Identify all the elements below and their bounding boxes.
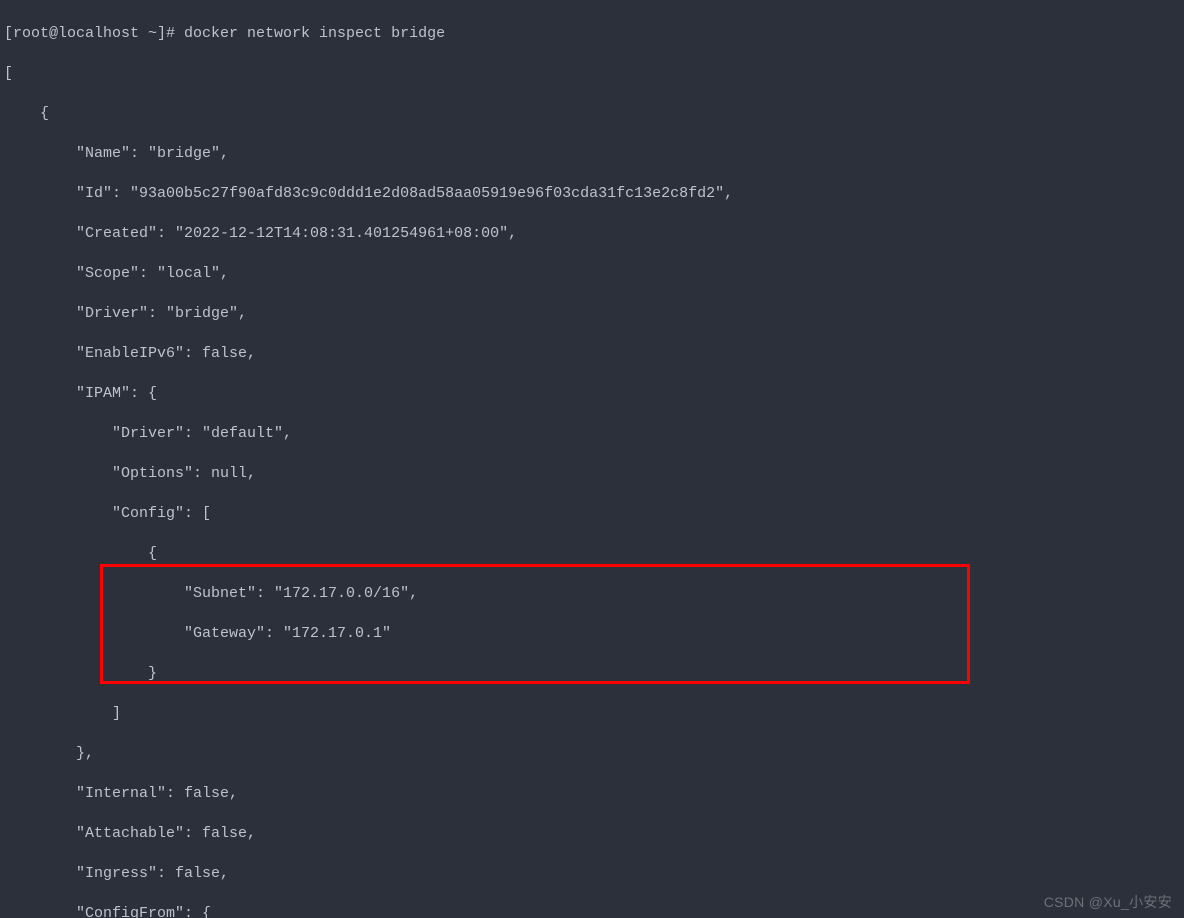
json-line: }, [4,744,1184,764]
json-name: "Name": "bridge", [4,144,1184,164]
prompt-line: [root@localhost ~]# docker network inspe… [4,24,1184,44]
json-line: ] [4,704,1184,724]
json-id: "Id": "93a00b5c27f90afd83c9c0ddd1e2d08ad… [4,184,1184,204]
json-ipam-options: "Options": null, [4,464,1184,484]
json-configfrom-open: "ConfigFrom": { [4,904,1184,918]
json-internal: "Internal": false, [4,784,1184,804]
json-ipam-subnet: "Subnet": "172.17.0.0/16", [4,584,1184,604]
json-ingress: "Ingress": false, [4,864,1184,884]
json-ipam-driver: "Driver": "default", [4,424,1184,444]
json-ipam-gateway: "Gateway": "172.17.0.1" [4,624,1184,644]
json-ipam-open: "IPAM": { [4,384,1184,404]
json-enableipv6: "EnableIPv6": false, [4,344,1184,364]
json-line: { [4,104,1184,124]
json-attachable: "Attachable": false, [4,824,1184,844]
json-scope: "Scope": "local", [4,264,1184,284]
json-ipam-config-open: "Config": [ [4,504,1184,524]
terminal-output[interactable]: [root@localhost ~]# docker network inspe… [0,0,1184,918]
json-line: } [4,664,1184,684]
watermark: CSDN @Xu_小安安 [1044,892,1172,912]
json-line: [ [4,64,1184,84]
json-driver: "Driver": "bridge", [4,304,1184,324]
json-created: "Created": "2022-12-12T14:08:31.40125496… [4,224,1184,244]
json-line: { [4,544,1184,564]
